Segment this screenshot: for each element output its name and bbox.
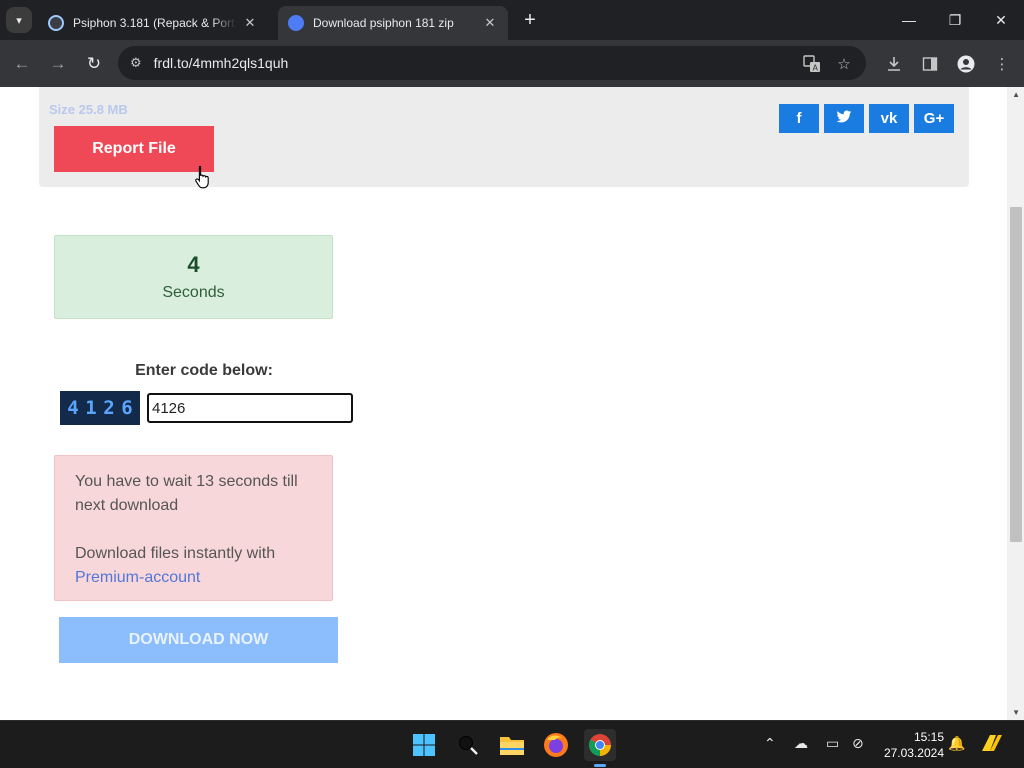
vk-icon: vk (880, 110, 898, 127)
tab-download-psiphon[interactable]: Download psiphon 181 zip ✕ (278, 6, 508, 40)
url-text[interactable]: frdl.to/4mmh2qls1quh (154, 55, 289, 71)
captcha-code-input[interactable] (147, 393, 353, 423)
hand-cursor-icon (194, 165, 212, 194)
wait-alert: You have to wait 13 seconds till next do… (54, 455, 333, 601)
premium-message: Download files instantly with (75, 545, 276, 562)
facebook-share-button[interactable]: f (779, 104, 819, 133)
scrollbar-thumb[interactable] (1010, 207, 1022, 542)
tab-title: Download psiphon 181 zip (313, 16, 454, 30)
tab-psiphon-repack[interactable]: Psiphon 3.181 (Repack & Portable) ✕ (38, 6, 268, 40)
side-panel-icon[interactable] (916, 50, 944, 78)
frdl-favicon-icon (288, 15, 304, 31)
download-icon[interactable] (880, 50, 908, 78)
notification-bell-icon[interactable]: 🔔 (948, 735, 965, 752)
back-icon[interactable]: ← (8, 50, 36, 78)
tab-strip: ▾ Psiphon 3.181 (Repack & Portable) ✕ Do… (0, 0, 1024, 40)
captcha-digit: 4 (67, 397, 79, 419)
file-explorer-icon[interactable] (496, 729, 528, 761)
site-info-icon[interactable]: ⚙ (130, 55, 142, 71)
page-scrollbar[interactable]: ▲ ▼ (1007, 87, 1024, 720)
scroll-up-icon[interactable]: ▲ (1012, 90, 1020, 99)
tab-title: Psiphon 3.181 (Repack & Portable) (73, 16, 236, 30)
profile-icon[interactable] (952, 50, 980, 78)
close-tab-icon[interactable]: ✕ (482, 15, 498, 31)
scroll-down-icon[interactable]: ▼ (1012, 708, 1020, 717)
twitter-icon (836, 110, 852, 128)
captcha-digit: 2 (103, 397, 115, 419)
psiphon-favicon-icon (48, 15, 64, 31)
vk-share-button[interactable]: vk (869, 104, 909, 133)
countdown-unit: Seconds (162, 284, 225, 301)
address-bar[interactable]: ⚙ frdl.to/4mmh2qls1quh (118, 46, 866, 80)
windows-start-icon[interactable] (408, 729, 440, 761)
bookmark-star-icon[interactable]: ☆ (830, 50, 858, 78)
search-icon[interactable] (452, 729, 484, 761)
browser-toolbar: ← → ↻ ⚙ frdl.to/4mmh2qls1quh A ☆ ⋮ (0, 40, 1024, 87)
clock-time: 15:15 (913, 730, 944, 744)
twitter-share-button[interactable] (824, 104, 864, 133)
new-tab-icon[interactable]: + (518, 8, 542, 32)
captcha-digit: 1 (85, 397, 97, 419)
firefox-icon[interactable] (540, 729, 572, 761)
captcha-image: 4 1 2 6 (60, 391, 140, 425)
chrome-icon[interactable] (584, 729, 616, 767)
system-clock[interactable]: 15:15 27.03.2024 (880, 729, 944, 761)
onedrive-offline-icon[interactable]: ☁ (794, 735, 808, 752)
captcha-digit: 6 (121, 397, 133, 419)
menu-icon[interactable]: ⋮ (988, 50, 1016, 78)
file-size: Size 25.8 MB (49, 102, 128, 117)
widget-app-icon[interactable] (980, 731, 1004, 758)
google-plus-share-button[interactable]: G+ (914, 104, 954, 133)
minimize-icon[interactable]: — (886, 0, 932, 40)
clock-date: 27.03.2024 (883, 746, 944, 760)
captcha-label: Enter code below: (135, 362, 273, 379)
display-icon[interactable]: ▭ (826, 735, 839, 752)
restore-icon[interactable]: ❐ (932, 0, 978, 40)
countdown-box: 4 Seconds (54, 235, 333, 319)
premium-account-link[interactable]: Premium-account (75, 569, 200, 586)
reload-icon[interactable]: ↻ (80, 50, 108, 78)
close-window-icon[interactable]: ✕ (978, 0, 1024, 40)
countdown-value: 4 (187, 252, 200, 277)
wait-message: You have to wait 13 seconds till next do… (75, 473, 298, 514)
facebook-icon: f (796, 110, 802, 127)
report-file-button[interactable]: Report File (54, 126, 214, 172)
google-plus-icon: G+ (923, 110, 945, 127)
translate-icon[interactable]: A (798, 50, 826, 78)
windows-taskbar: ⌃ ☁ ▭ ⊘ 15:15 27.03.2024 🔔 (0, 720, 1024, 768)
forward-icon[interactable]: → (44, 50, 72, 78)
network-icon[interactable]: ⊘ (852, 735, 864, 752)
page-viewport: Size 25.8 MB Report File f vk G+ 4 Secon… (0, 87, 1024, 720)
download-now-button[interactable]: DOWNLOAD NOW (59, 617, 338, 663)
close-tab-icon[interactable]: ✕ (242, 15, 258, 31)
tray-chevron-icon[interactable]: ⌃ (764, 735, 776, 752)
tab-search-icon[interactable]: ▾ (6, 7, 32, 33)
svg-text:A: A (813, 64, 819, 73)
